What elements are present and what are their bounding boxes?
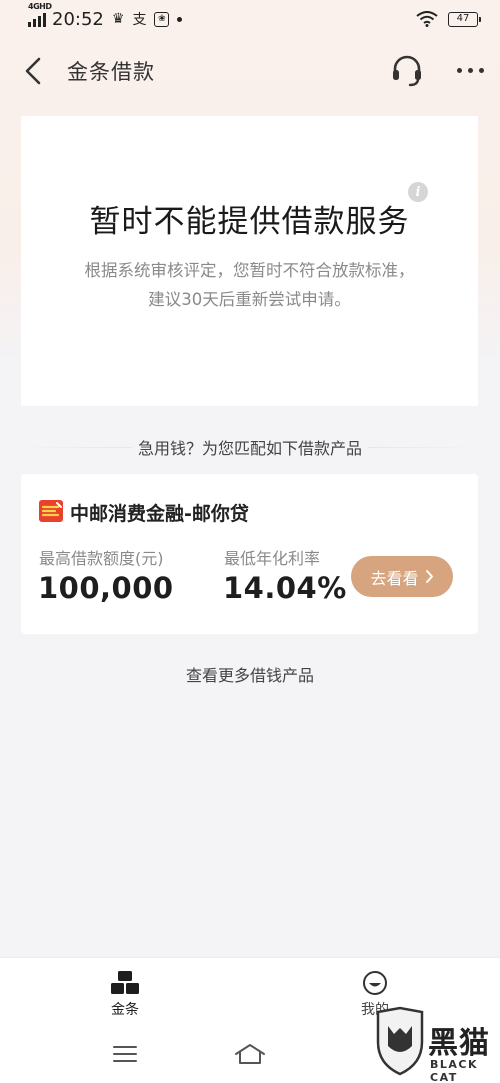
status-time: 20:52 [52, 8, 104, 30]
network-type: 4GHD [28, 2, 52, 11]
notice-description: 根据系统审核评定，您暂时不符合放款标准， 建议30天后重新尝试申请。 [21, 256, 478, 314]
more-dot-icon [467, 67, 473, 73]
chevron-right-icon [425, 570, 433, 583]
recommend-header: 急用钱？为您匹配如下借款产品 [0, 433, 500, 461]
back-button[interactable] [16, 54, 50, 88]
customer-service-button[interactable] [388, 52, 426, 90]
menu-icon [113, 1046, 137, 1062]
crown-icon: ♛ [111, 11, 125, 27]
home-button[interactable] [233, 1040, 267, 1068]
more-dot-icon [478, 67, 484, 73]
status-bar: 4GHD 20:52 ♛ 支 ❀ 47 [0, 0, 500, 38]
nav-bar: 金条借款 [0, 45, 500, 97]
view-product-button[interactable]: 去看看 [351, 556, 453, 597]
view-product-label: 去看看 [370, 568, 419, 588]
menu-button[interactable] [108, 1040, 142, 1068]
cat-shield-logo-icon [376, 1006, 424, 1076]
paw-icon: ❀ [154, 11, 170, 27]
more-dot-icon [456, 67, 462, 73]
battery-level: 47 [456, 12, 470, 24]
smile-face-icon [363, 971, 387, 995]
home-icon [235, 1044, 265, 1064]
china-post-logo-icon [39, 500, 63, 522]
notice-desc-line: 根据系统审核评定，您暂时不符合放款标准， [84, 261, 415, 280]
divider [21, 446, 132, 448]
watermark-text: 黑猫 [428, 1026, 490, 1061]
amount-value: 100,000 [38, 571, 174, 605]
watermark-subtext: BLACK CAT [430, 1058, 479, 1083]
black-cat-watermark: 黑猫 BLACK CAT [370, 1000, 500, 1083]
recommend-header-text: 急用钱？为您匹配如下借款产品 [137, 439, 362, 458]
more-products-link[interactable]: 查看更多借钱产品 [0, 662, 500, 686]
alipay-icon: 支 [132, 12, 147, 28]
amount-label: 最高借款额度(元) [39, 549, 164, 568]
notice-title: 暂时不能提供借款服务 [89, 204, 410, 240]
divider [368, 446, 478, 448]
loan-unavailable-card: i 暂时不能提供借款服务 根据系统审核评定，您暂时不符合放款标准， 建议30天后… [21, 116, 478, 406]
tab-jintiao[interactable]: 金条 [65, 958, 185, 1024]
notification-dot-icon [177, 16, 183, 22]
tab-label: 金条 [111, 1002, 139, 1018]
product-card[interactable]: 中邮消费金融-邮你贷 最高借款额度(元) 100,000 最低年化利率 14.0… [21, 474, 478, 634]
notice-desc-line: 建议30天后重新尝试申请。 [148, 290, 351, 309]
rate-label: 最低年化利率 [224, 549, 321, 568]
gold-bars-icon [111, 971, 139, 994]
headset-icon [393, 55, 421, 87]
more-options-button[interactable] [450, 55, 490, 85]
chevron-left-icon [25, 57, 41, 85]
rate-value: 14.04% [223, 571, 347, 605]
page-title: 金条借款 [67, 60, 155, 84]
wifi-icon [416, 11, 438, 27]
signal-icon: 4GHD [28, 2, 52, 27]
product-name: 中邮消费金融-邮你贷 [70, 503, 249, 525]
battery-icon: 47 [448, 11, 481, 27]
